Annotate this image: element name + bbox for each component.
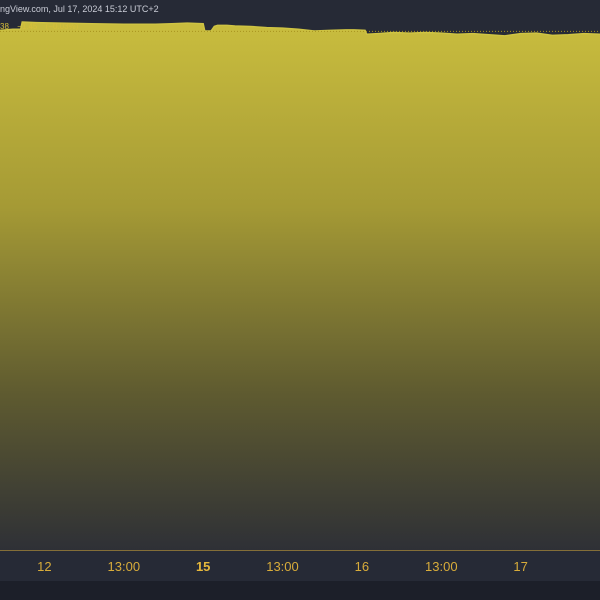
x-tick-label: 13:00 bbox=[107, 559, 141, 574]
price-change-percent: (−0.03%) bbox=[45, 22, 79, 31]
x-tick-label: 12 bbox=[37, 559, 52, 574]
time-axis[interactable]: 12 13:00 15 13:00 16 13:00 17 bbox=[0, 551, 600, 581]
chart-source-header: ngView.com, Jul 17, 2024 15:12 UTC+2 bbox=[0, 4, 159, 14]
last-price: 38 bbox=[0, 22, 9, 31]
price-change: −1.45 bbox=[17, 22, 38, 31]
bottom-toolbar bbox=[0, 581, 600, 600]
price-readout: 38 −1.45 (−0.03%) bbox=[0, 22, 84, 31]
x-tick-label: 13:00 bbox=[425, 559, 458, 574]
x-tick-label: 13:00 bbox=[266, 559, 299, 574]
chart-window: ngView.com, Jul 17, 2024 15:12 UTC+2 38 … bbox=[0, 0, 600, 600]
x-tick-label: 15 bbox=[195, 559, 211, 574]
x-tick-label: 17 bbox=[513, 559, 528, 574]
x-tick-label: 16 bbox=[354, 559, 370, 574]
area-fill bbox=[0, 22, 600, 551]
price-chart[interactable] bbox=[0, 0, 600, 600]
